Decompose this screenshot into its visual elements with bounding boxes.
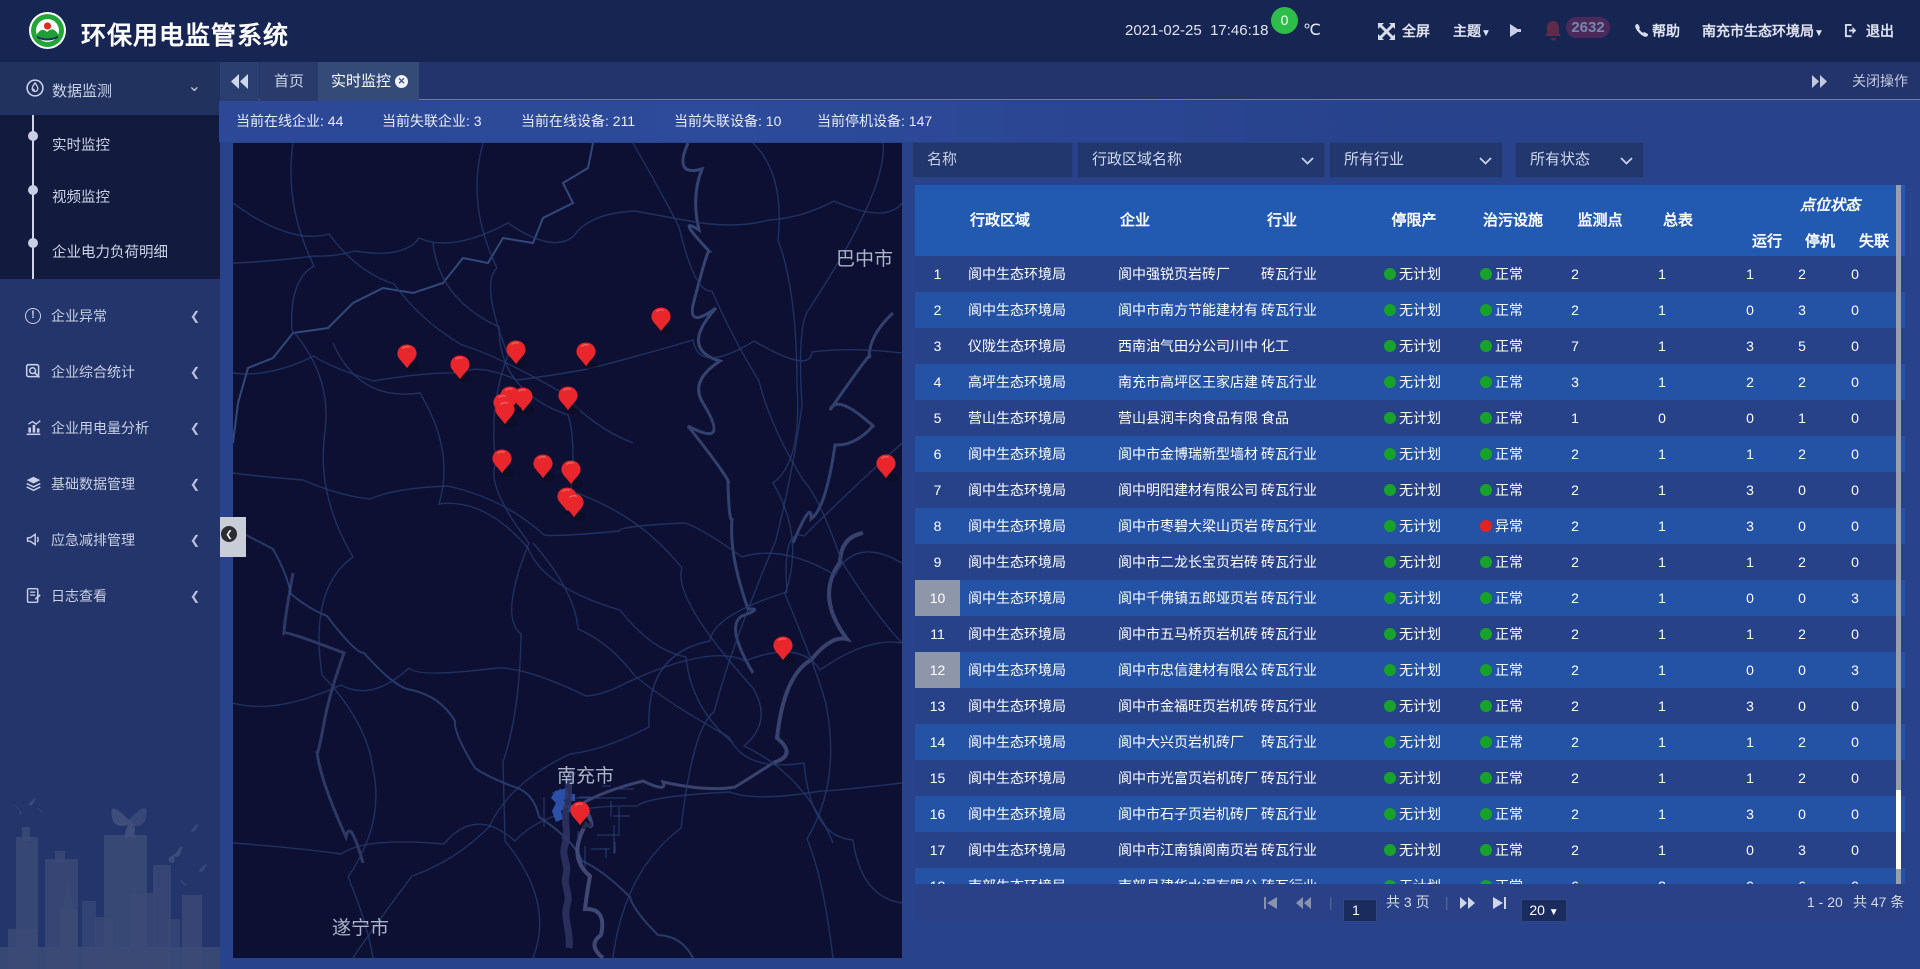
svg-text:遂宁市: 遂宁市 xyxy=(332,917,389,939)
svg-text:南充市: 南充市 xyxy=(557,765,614,787)
svg-text:巴中市: 巴中市 xyxy=(836,248,893,270)
